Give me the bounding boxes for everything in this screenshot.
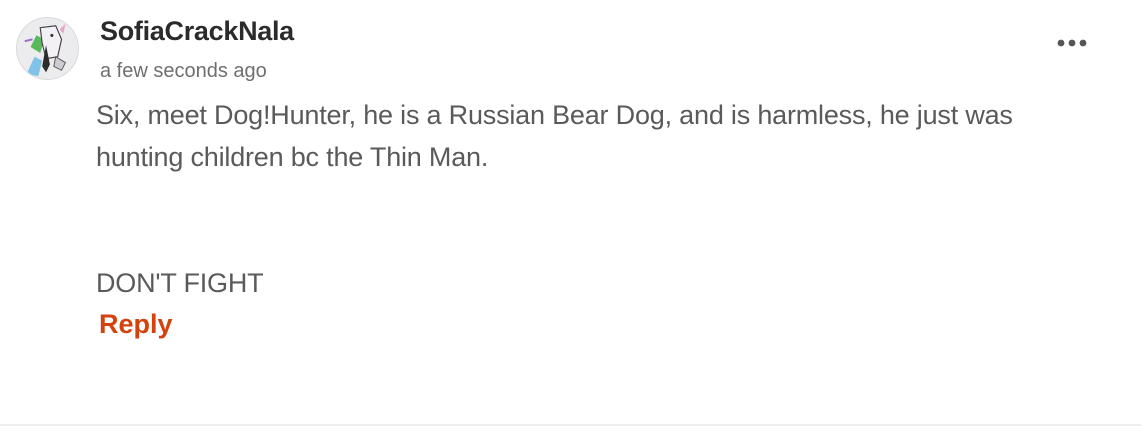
comment-username[interactable]: SofiaCrackNala (100, 16, 294, 47)
more-options-button[interactable] (1050, 30, 1094, 56)
user-avatar-icon[interactable] (16, 17, 79, 80)
more-options-icon (1057, 39, 1087, 47)
comment-divider (0, 424, 1141, 426)
comment-body: Six, meet Dog!Hunter, he is a Russian Be… (96, 94, 1106, 304)
comment-timestamp: a few seconds ago (100, 60, 267, 82)
comment-card: SofiaCrackNala a few seconds ago Six, me… (0, 0, 1141, 426)
comment-body-line: Six, meet Dog!Hunter, he is a Russian Be… (96, 100, 1013, 172)
comment-body-line: DON'T FIGHT (96, 268, 264, 298)
comment-body-blank-line (96, 178, 1106, 262)
reply-button[interactable]: Reply (99, 309, 173, 340)
